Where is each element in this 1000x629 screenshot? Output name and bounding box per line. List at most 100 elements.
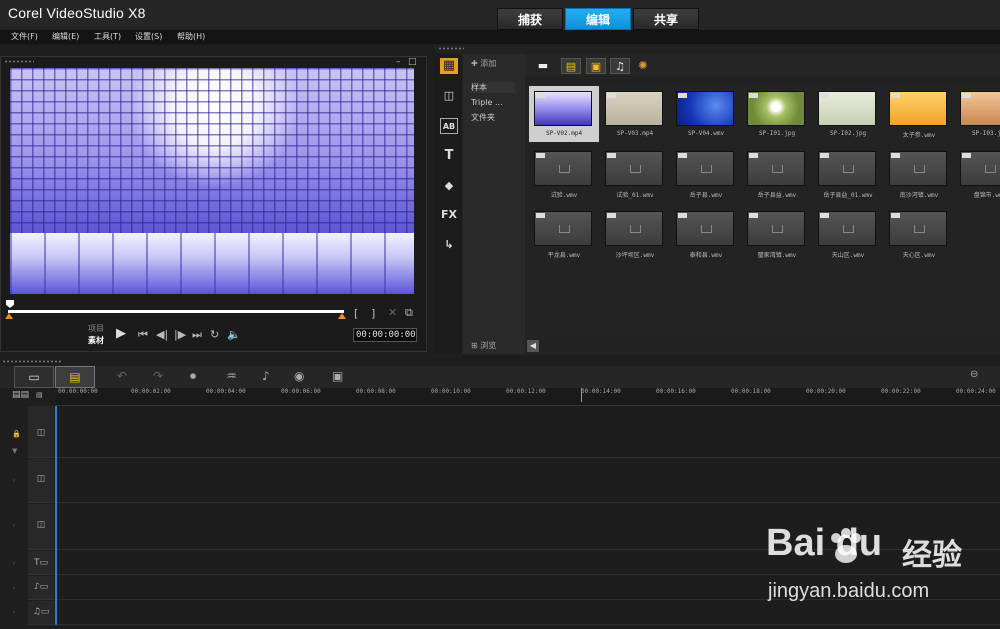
auto-music-icon[interactable]: ♪ xyxy=(262,369,270,383)
sort-icon[interactable]: ✺ xyxy=(633,58,653,74)
folder-folder[interactable]: 文件夹 xyxy=(471,112,495,123)
library-thumbnail[interactable]: 试验.wmv xyxy=(529,146,599,202)
lock-icon[interactable]: ◦ xyxy=(12,477,16,485)
zoom-out-icon[interactable]: ⊖ xyxy=(970,369,978,380)
graphics-icon[interactable]: ◆ xyxy=(440,178,458,194)
timecode-field[interactable]: 00:00:00:00 xyxy=(353,328,417,342)
library-thumbnail[interactable]: SP-I02.jpg xyxy=(813,86,883,142)
library-thumbnail[interactable]: SP-V04.wmv xyxy=(671,86,741,142)
lock-icon[interactable]: ◦ xyxy=(12,585,16,593)
show-photo-icon[interactable]: ▣ xyxy=(586,58,606,74)
timeline-playhead[interactable] xyxy=(581,388,582,402)
title-icon[interactable]: T xyxy=(440,148,458,164)
thumbnail-label: 天山区.wmv xyxy=(831,252,865,259)
overlay2-track-icon: ◫ xyxy=(36,520,46,530)
panel-grip[interactable] xyxy=(4,60,34,63)
library-thumbnail[interactable]: SP-V03.mp4 xyxy=(600,86,670,142)
menu-settings[interactable]: 设置(S) xyxy=(135,31,162,43)
home-icon[interactable]: ⏮ xyxy=(138,328,148,342)
browse-button[interactable]: ⊞ 浏览 xyxy=(471,340,496,351)
undo-icon[interactable]: ↶ xyxy=(117,369,127,383)
library-thumbnail[interactable]: SP-I01.jpg xyxy=(742,86,812,142)
media-type-icon xyxy=(536,213,545,218)
redo-icon[interactable]: ↷ xyxy=(153,369,163,383)
volume-icon[interactable]: 🔈 xyxy=(227,328,241,341)
video-track[interactable] xyxy=(56,406,1000,458)
instant-project-icon[interactable]: ◫ xyxy=(440,88,458,104)
thumbnail-label: SP-V02.mp4 xyxy=(545,130,583,137)
library-thumbnail[interactable]: 岳子县益_01.wmv xyxy=(813,146,883,202)
library-thumbnail[interactable]: 试验_01.wmv xyxy=(600,146,670,202)
show-video-icon[interactable]: ▤ xyxy=(561,58,581,74)
timeline-view-button[interactable]: ▤ xyxy=(55,366,95,388)
path-icon[interactable]: ↳ xyxy=(440,237,458,253)
menu-help[interactable]: 帮助(H) xyxy=(177,31,205,43)
motion-tracking-icon[interactable]: ◉ xyxy=(294,369,304,383)
mark-out-button[interactable]: ] xyxy=(371,307,375,320)
minimize-icon[interactable]: – xyxy=(396,57,401,67)
record-capture-icon[interactable]: ⏺ xyxy=(190,369,196,384)
mode-project-label[interactable]: 项目 xyxy=(88,323,104,334)
folder-triple[interactable]: Triple ... xyxy=(471,98,503,107)
thumbnail-label: SP-I01.jpg xyxy=(758,130,796,137)
trim-in-marker-icon[interactable] xyxy=(5,313,13,319)
next-frame-icon[interactable]: |▶ xyxy=(174,328,186,341)
track-manager-icon[interactable]: ▤▤ xyxy=(12,390,29,400)
overlay-track[interactable] xyxy=(56,459,1000,503)
library-thumbnail[interactable]: 天心区.wmv xyxy=(884,206,954,262)
scroll-left-icon[interactable]: ◀ xyxy=(527,340,539,352)
library-thumbnail[interactable]: 平龙县.wmv xyxy=(529,206,599,262)
library-thumbnail[interactable]: 天山区.wmv xyxy=(813,206,883,262)
library-thumbnail[interactable]: 盘锦市.wmv xyxy=(955,146,1000,202)
library-thumbnail[interactable]: 岳子县益.wmv xyxy=(742,146,812,202)
panel-grip[interactable] xyxy=(2,360,62,363)
show-audio-icon[interactable]: ♫ xyxy=(610,58,630,74)
subtitle-editor-icon[interactable]: ▣ xyxy=(332,369,343,383)
lock-icon[interactable]: 🔒 xyxy=(12,430,21,438)
menu-file[interactable]: 文件(F) xyxy=(11,31,38,43)
scrubber-track[interactable] xyxy=(8,310,344,313)
library-thumbnail[interactable]: 太子参.wmv xyxy=(884,86,954,142)
play-icon[interactable]: ▶ xyxy=(116,326,126,341)
folder-sample[interactable]: 样本 xyxy=(471,82,515,93)
menu-tools[interactable]: 工具(T) xyxy=(94,31,121,43)
library-thumbnail[interactable]: 南沙河镇.wmv xyxy=(884,146,954,202)
media-type-icon xyxy=(820,213,829,218)
prev-frame-icon[interactable]: ◀| xyxy=(156,328,168,341)
copy-icon[interactable]: ⧉ xyxy=(405,306,413,320)
library-thumbnail[interactable]: 沙坪坝区.wmv xyxy=(600,206,670,262)
mode-clip-label[interactable]: 素材 xyxy=(88,335,104,346)
sound-mixer-icon[interactable]: ♒ xyxy=(226,369,237,383)
storyboard-view-button[interactable]: ▭ xyxy=(14,366,54,388)
lock-icon[interactable]: ◦ xyxy=(12,560,16,568)
maximize-icon[interactable]: □ xyxy=(408,57,417,67)
expand-icon[interactable]: ▼ xyxy=(12,447,17,455)
browse-label: 浏览 xyxy=(480,341,497,350)
panel-grip[interactable] xyxy=(438,47,464,50)
library-thumbnail[interactable]: 璧家湾镇.wmv xyxy=(742,206,812,262)
tab-share[interactable]: 共享 xyxy=(633,8,699,30)
library-thumbnail[interactable]: 岳子县.wmv xyxy=(671,146,741,202)
library-thumbnail[interactable]: 泰和县.wmv xyxy=(671,206,741,262)
menu-edit[interactable]: 编辑(E) xyxy=(52,31,79,43)
repeat-icon[interactable]: ↻ xyxy=(210,328,219,341)
lock-icon[interactable]: ◦ xyxy=(12,609,16,617)
media-type-icon xyxy=(891,153,900,158)
tab-edit[interactable]: 编辑 xyxy=(565,8,631,30)
folder-icon[interactable]: ▬ xyxy=(533,58,553,74)
close-icon[interactable]: ✕ xyxy=(388,306,397,319)
media-category-icon[interactable]: ▦ xyxy=(440,58,458,74)
library-thumbnail[interactable]: SP-V02.mp4 xyxy=(529,86,599,142)
chapter-icon[interactable]: ▤ xyxy=(36,391,43,399)
trim-out-marker-icon[interactable] xyxy=(338,313,346,319)
thumbnail-label: 盘锦市.wmv xyxy=(973,192,1000,199)
lock-icon[interactable]: ◦ xyxy=(12,522,16,530)
end-icon[interactable]: ⏭ xyxy=(192,328,202,342)
add-folder-button[interactable]: ✚ 添加 xyxy=(471,58,496,69)
mark-in-button[interactable]: [ xyxy=(354,307,358,320)
filter-fx-icon[interactable]: FX xyxy=(440,207,458,223)
tab-capture[interactable]: 捕获 xyxy=(497,8,563,30)
transition-icon[interactable]: AB xyxy=(440,118,458,134)
library-thumbnail[interactable]: SP-I03.jpg xyxy=(955,86,1000,142)
media-type-icon xyxy=(607,93,616,98)
